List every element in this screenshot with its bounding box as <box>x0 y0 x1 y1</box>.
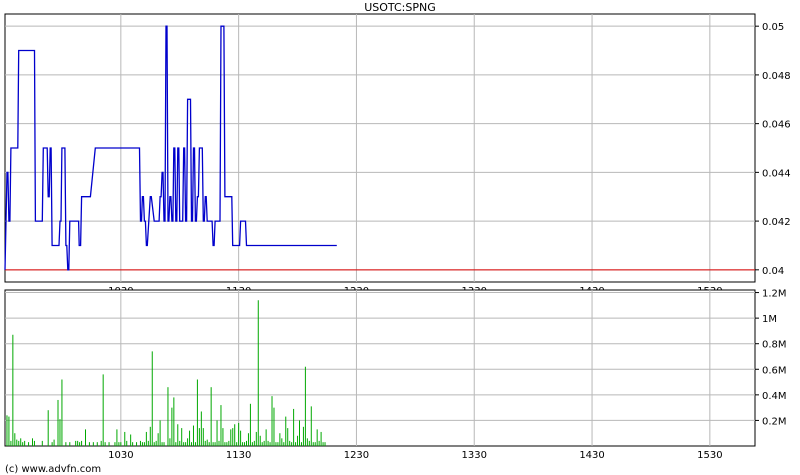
volume-y-axis: 0.2M 0.4M 0.6M 0.8M 1M 1.2M <box>755 289 787 427</box>
price-y-tick-label: 0.05 <box>762 22 784 33</box>
volume-x-tick-label: 1030 <box>108 450 133 461</box>
volume-x-tick-label: 1530 <box>697 450 722 461</box>
volume-panel: 0.2M0.4M0.6M0.8M1M1.2M 1030 1130 1230 1330 1… <box>4 289 787 461</box>
price-y-tick-label: 0.048 <box>762 71 791 82</box>
volume-y-tick-label: 0.2M <box>762 416 787 427</box>
credit-text: (c) www.advfn.com <box>5 464 101 475</box>
volume-y-tick-label: 0.4M <box>762 391 787 402</box>
price-y-axis: 0.04 0.042 0.044 0.046 0.048 0.05 <box>755 22 791 277</box>
volume-y-tick-label: 1.2M <box>762 289 787 300</box>
volume-x-tick-label: 1130 <box>226 450 251 461</box>
volume-plot-frame <box>4 289 756 447</box>
volume-x-tick-label: 1330 <box>462 450 487 461</box>
volume-y-tick-label: 0.6M <box>762 365 787 376</box>
volume-x-tick-label: 1230 <box>344 450 369 461</box>
price-y-tick-label: 0.046 <box>762 120 791 131</box>
volume-x-tick-label: 1430 <box>579 450 604 461</box>
chart-title: USOTC:SPNG <box>364 1 436 14</box>
volume-x-axis: 1030 1130 1230 1330 1430 1530 <box>108 450 722 461</box>
chart-canvas: USOTC:SPNG 0.040.0420.0440.0460.0480.05 … <box>4 1 791 475</box>
price-y-tick-label: 0.042 <box>762 217 791 228</box>
volume-y-tick-label: 1M <box>762 314 777 325</box>
price-panel: 0.040.0420.0440.0460.0480.05 10301130123… <box>4 13 791 297</box>
volume-y-tick-label: 0.8M <box>762 340 787 351</box>
price-y-tick-label: 0.044 <box>762 168 791 179</box>
price-y-tick-label: 0.04 <box>762 266 784 277</box>
